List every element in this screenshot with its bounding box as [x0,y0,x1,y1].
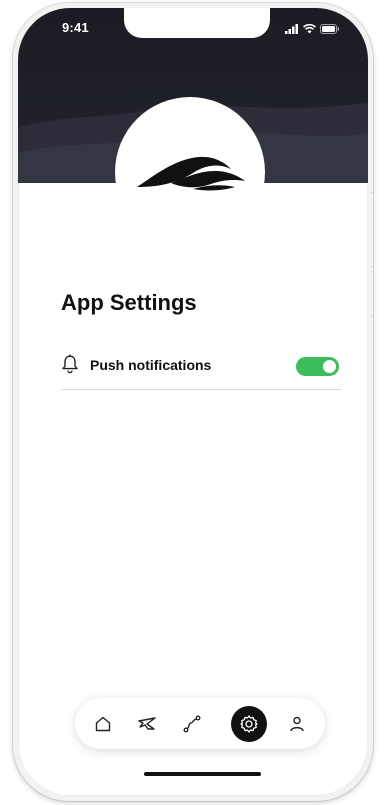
frame-button-mark [371,316,374,317]
route-icon[interactable] [178,710,206,738]
frame-button-mark [371,192,374,193]
toggle-knob [323,360,336,373]
bottom-tab-bar [75,698,325,749]
logo-badge [115,97,265,247]
home-icon[interactable] [89,710,117,738]
page-title: App Settings [61,290,197,315]
bell-icon [61,354,79,379]
device-notch [124,8,270,38]
wave-logo-icon [137,156,245,191]
battery-icon [320,21,340,39]
status-time: 9:41 [62,20,89,35]
profile-icon[interactable] [283,710,311,738]
frame-button-mark [371,266,374,267]
plane-icon[interactable] [133,710,161,738]
setting-row-push-notifications: Push notifications [61,351,341,390]
home-indicator[interactable] [144,772,261,776]
setting-label: Push notifications [90,357,212,373]
signal-icon [285,21,299,39]
phone-screen: 9:41 App Settings Push notifications [18,8,368,796]
settings-gear-icon[interactable] [231,706,267,742]
push-notifications-toggle[interactable] [296,357,339,376]
wifi-icon [303,21,316,39]
status-icons [285,21,340,39]
